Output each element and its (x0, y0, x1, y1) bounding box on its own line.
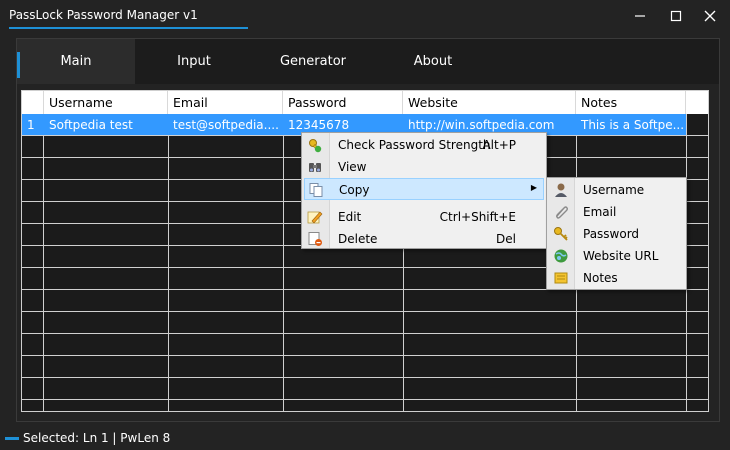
cell-email[interactable]: test@softpedia.... (168, 114, 283, 135)
submenu-item-website-url[interactable]: Website URL (549, 245, 684, 267)
column-header-password[interactable]: Password (283, 91, 403, 114)
menu-item-label: Check Password Strength (338, 138, 491, 152)
copy-submenu: Username Email Password Website URL Note… (546, 177, 687, 290)
copy-icon (308, 182, 324, 198)
submenu-item-label: Notes (583, 271, 618, 285)
submenu-item-label: Username (583, 183, 645, 197)
maximize-icon (670, 10, 682, 22)
tab-input[interactable]: Input (135, 39, 253, 84)
context-menu: Check Password Strength Alt+P View Copy … (301, 132, 547, 249)
window-title: PassLock Password Manager v1 (9, 8, 198, 22)
cell-username[interactable]: Softpedia test (44, 114, 168, 135)
status-accent (5, 437, 19, 440)
submenu-item-label: Email (583, 205, 617, 219)
menu-item-copy[interactable]: Copy ▶ (304, 178, 544, 200)
column-header-website[interactable]: Website (403, 91, 576, 114)
tab-bar: Main Input Generator About (17, 39, 719, 84)
menu-item-delete[interactable]: Delete Del (304, 228, 544, 250)
grid-line (22, 377, 708, 378)
menu-item-label: Edit (338, 210, 362, 224)
key-check-icon (307, 137, 323, 153)
menu-item-check-password-strength[interactable]: Check Password Strength Alt+P (304, 134, 544, 156)
menu-item-label: View (338, 160, 367, 174)
menu-separator (32, 201, 242, 202)
grid-line (22, 399, 708, 400)
close-icon (704, 10, 716, 22)
minimize-icon (635, 15, 645, 17)
tab-main[interactable]: Main (17, 39, 135, 84)
submenu-arrow-icon: ▶ (530, 183, 537, 192)
submenu-item-label: Website URL (583, 249, 659, 263)
binoculars-icon (307, 159, 323, 175)
user-icon (553, 182, 569, 198)
submenu-item-email[interactable]: Email (549, 201, 684, 223)
row-header-corner (22, 91, 44, 114)
title-accent-line (9, 27, 248, 29)
menu-item-edit[interactable]: Edit Ctrl+Shift+E (304, 206, 544, 228)
menu-item-shortcut: Ctrl+Shift+E (439, 210, 516, 224)
active-tab-marker (17, 52, 20, 78)
grid-line (43, 114, 44, 411)
grid-line (22, 311, 708, 312)
maximize-button[interactable] (661, 4, 691, 28)
menu-item-label: Copy (339, 183, 370, 197)
submenu-item-password[interactable]: Password (549, 223, 684, 245)
title-bar: PassLock Password Manager v1 (0, 0, 730, 32)
globe-icon (553, 248, 569, 264)
grid-line (168, 114, 169, 411)
menu-item-label: Delete (338, 232, 378, 246)
submenu-item-label: Password (583, 227, 640, 241)
menu-item-shortcut: Del (496, 232, 516, 246)
close-button[interactable] (695, 4, 725, 28)
tab-generator[interactable]: Generator (254, 39, 372, 84)
grid-header: Username Email Password Website Notes (22, 91, 708, 114)
key-icon (553, 226, 569, 242)
menu-item-view[interactable]: View (304, 156, 544, 178)
column-header-username[interactable]: Username (44, 91, 168, 114)
notes-icon (553, 270, 569, 286)
cell-notes[interactable]: This is a Softpe... (576, 114, 686, 135)
menu-item-shortcut: Alt+P (482, 138, 516, 152)
pencil-icon (307, 209, 323, 225)
column-header-email[interactable]: Email (168, 91, 283, 114)
grid-line (283, 114, 284, 411)
paperclip-icon (553, 204, 569, 220)
row-number: 1 (27, 117, 35, 132)
tab-about[interactable]: About (374, 39, 492, 84)
grid-line (22, 333, 708, 334)
submenu-item-username[interactable]: Username (549, 179, 684, 201)
delete-icon (307, 231, 323, 247)
minimize-button[interactable] (625, 4, 655, 28)
status-text: Selected: Ln 1 | PwLen 8 (23, 431, 171, 445)
column-header-notes[interactable]: Notes (576, 91, 686, 114)
status-bar: Selected: Ln 1 | PwLen 8 (0, 428, 730, 450)
grid-line (22, 355, 708, 356)
submenu-item-notes[interactable]: Notes (549, 267, 684, 289)
